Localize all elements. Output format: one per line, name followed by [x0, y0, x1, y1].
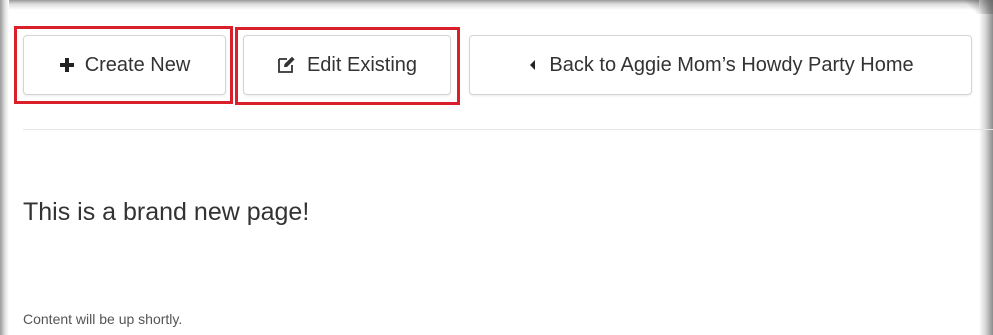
edit-existing-label: Edit Existing	[306, 53, 418, 76]
plus-icon	[59, 57, 75, 73]
body-text: Content will be up shortly.	[23, 311, 183, 327]
frame-edge-left	[0, 0, 9, 335]
create-new-button[interactable]: Create New	[23, 35, 226, 95]
page-frame: Create New Edit Existing Back to Aggie M…	[0, 0, 993, 335]
caret-left-icon	[527, 59, 539, 71]
frame-edge-top	[0, 0, 993, 10]
edit-existing-button[interactable]: Edit Existing	[243, 35, 451, 95]
frame-edge-right	[979, 0, 993, 335]
page-heading: This is a brand new page!	[23, 198, 310, 226]
create-new-label: Create New	[84, 53, 191, 76]
back-home-button[interactable]: Back to Aggie Mom’s Howdy Party Home	[469, 35, 972, 95]
back-home-label: Back to Aggie Mom’s Howdy Party Home	[549, 53, 914, 76]
edit-pencil-icon	[277, 56, 297, 74]
frame-edge-corner	[963, 0, 993, 14]
divider	[23, 129, 993, 130]
